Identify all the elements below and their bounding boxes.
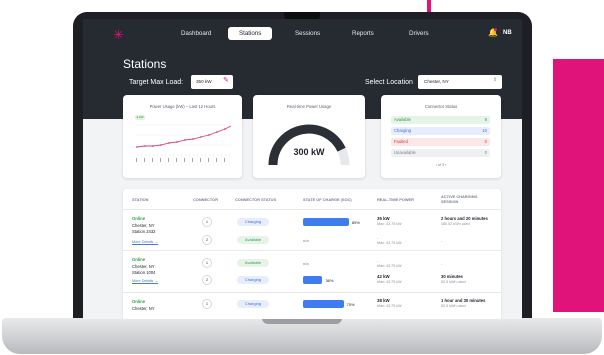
nav-sessions[interactable]: Sessions [295, 30, 320, 37]
top-navbar: ✳ Dashboard Stations Sessions Reports Dr… [83, 19, 522, 51]
connector-number: 2 [202, 235, 212, 245]
connector-status-badge: Charging [237, 300, 269, 308]
status-unavailable-label: Unavailable [394, 150, 416, 155]
nav-drivers[interactable]: Drivers [409, 30, 429, 37]
station-status: Online [132, 257, 146, 262]
power-usage-line-chart [135, 124, 232, 162]
location-select[interactable]: Chester, NY [418, 75, 502, 89]
nav-dashboard[interactable]: Dashboard [181, 30, 211, 37]
th-realtime-power: REAL-TIME POWER [377, 197, 414, 202]
realtime-power: - [377, 258, 379, 263]
connector-status-badge: Charging [237, 218, 269, 226]
realtime-power: - [377, 235, 379, 240]
notification-badge [494, 28, 497, 31]
status-faulted[interactable]: Faulted 0 [391, 138, 490, 146]
nav-reports[interactable]: Reports [352, 30, 374, 37]
soc-bar [303, 276, 323, 284]
session-duration: 1 hour and 30 minutes [441, 298, 486, 303]
soc-na: n/a [303, 238, 309, 243]
status-charging[interactable]: Charging 10 [391, 127, 490, 135]
stations-table: STATION CONNECTOR CONNECTOR STATUS STATE… [123, 189, 501, 319]
status-available-label: Available [394, 117, 411, 122]
connector-number: 1 [202, 258, 212, 268]
decorative-accent-panel [553, 59, 604, 312]
th-station: STATION [132, 197, 149, 202]
session-none: - [441, 261, 443, 266]
status-pager[interactable]: ‹ of 3 › [381, 163, 501, 167]
page-title: Stations [123, 57, 167, 71]
status-available-count: 8 [484, 117, 487, 122]
status-faulted-count: 0 [484, 139, 487, 144]
max-power: Max: 43.75 kW [377, 304, 402, 308]
brand-logo-icon[interactable]: ✳ [113, 27, 124, 43]
station-city: Chester, NY [132, 264, 155, 269]
th-active-session: ACTIVE CHARGING SESSION [441, 194, 478, 204]
connector-number: 1 [202, 299, 212, 309]
nav-stations[interactable]: Stations [228, 27, 273, 40]
session-energy: 180.52 kWh used [441, 222, 470, 226]
more-details-link[interactable]: More Details → [132, 240, 158, 244]
realtime-power: 35 kW [377, 216, 390, 221]
realtime-usage-card: Real-time Power Usage 300 kW [253, 95, 365, 178]
connector-number: 1 [202, 217, 212, 227]
app-screen: ✳ Dashboard Stations Sessions Reports Dr… [83, 19, 522, 319]
soc-na: n/a [303, 261, 309, 266]
connector-status-badge: Available [237, 259, 269, 267]
connector-status-badge: Available [237, 236, 269, 244]
status-available[interactable]: Available 8 [391, 116, 490, 124]
realtime-power: 42 kW [377, 274, 390, 279]
soc-bar [303, 218, 349, 226]
soc-percent: 75% [346, 302, 355, 307]
session-duration: 30 minutes [441, 274, 463, 279]
status-unavailable-count: 0 [484, 150, 487, 155]
connector-number: 2 [202, 275, 212, 285]
max-power: Max: 43.75 kW [377, 241, 402, 245]
th-connector-status: CONNECTOR STATUS [235, 197, 277, 202]
th-soc: STATE OF CHARGE (SOC) [303, 197, 352, 202]
status-charging-count: 10 [482, 128, 487, 133]
station-status: Online [132, 216, 146, 221]
session-energy: 52.5 kWh used [441, 280, 466, 284]
row-divider [123, 292, 501, 293]
power-usage-card: Power Usage (kW) – Last 12 Hours ● kW [123, 95, 242, 178]
connector-status-card: Connector Status Available 8 Charging 10… [381, 95, 501, 178]
more-details-link[interactable]: More Details → [132, 279, 158, 283]
th-connector: CONNECTOR [193, 197, 219, 202]
row-divider [123, 250, 501, 251]
promo-stage: ✳ Dashboard Stations Sessions Reports Dr… [0, 0, 604, 355]
session-none: - [441, 238, 443, 243]
soc-bar [303, 300, 344, 308]
status-faulted-label: Faulted [394, 139, 408, 144]
max-power: Max: 43.75 kW [377, 222, 402, 226]
gauge-value: 300 kW [293, 147, 325, 157]
power-gauge [268, 124, 350, 166]
connector-status-badge: Charging [237, 276, 269, 284]
row-divider [123, 209, 501, 210]
station-status: Online [132, 299, 146, 304]
connector-status-title: Connector Status [424, 104, 458, 109]
user-avatar[interactable]: NB [503, 30, 512, 36]
session-energy: 52.5 kWh used [441, 304, 466, 308]
realtime-power: 38 kW [377, 298, 390, 303]
soc-percent: 85% [351, 220, 360, 225]
status-unavailable[interactable]: Unavailable 0 [391, 149, 490, 157]
station-name: Station 2432 [132, 229, 156, 234]
chevron-updown-icon[interactable]: ⇕ [493, 77, 497, 83]
status-charging-label: Charging [394, 128, 411, 133]
station-city: Chester, NY [132, 306, 155, 311]
max-power: Max: 43.75 kW [377, 280, 402, 284]
station-name: Station 1004 [132, 270, 156, 275]
session-duration: 2 hours and 20 minutes [441, 216, 488, 221]
select-location-label: Select Location [365, 79, 413, 86]
max-power: Max: 43.75 kW [377, 264, 402, 268]
target-max-load-label: Target Max Load: [129, 79, 184, 86]
soc-percent: 36% [325, 278, 334, 283]
station-city: Chester, NY [132, 223, 155, 228]
edit-icon[interactable]: ✎ [223, 76, 229, 84]
